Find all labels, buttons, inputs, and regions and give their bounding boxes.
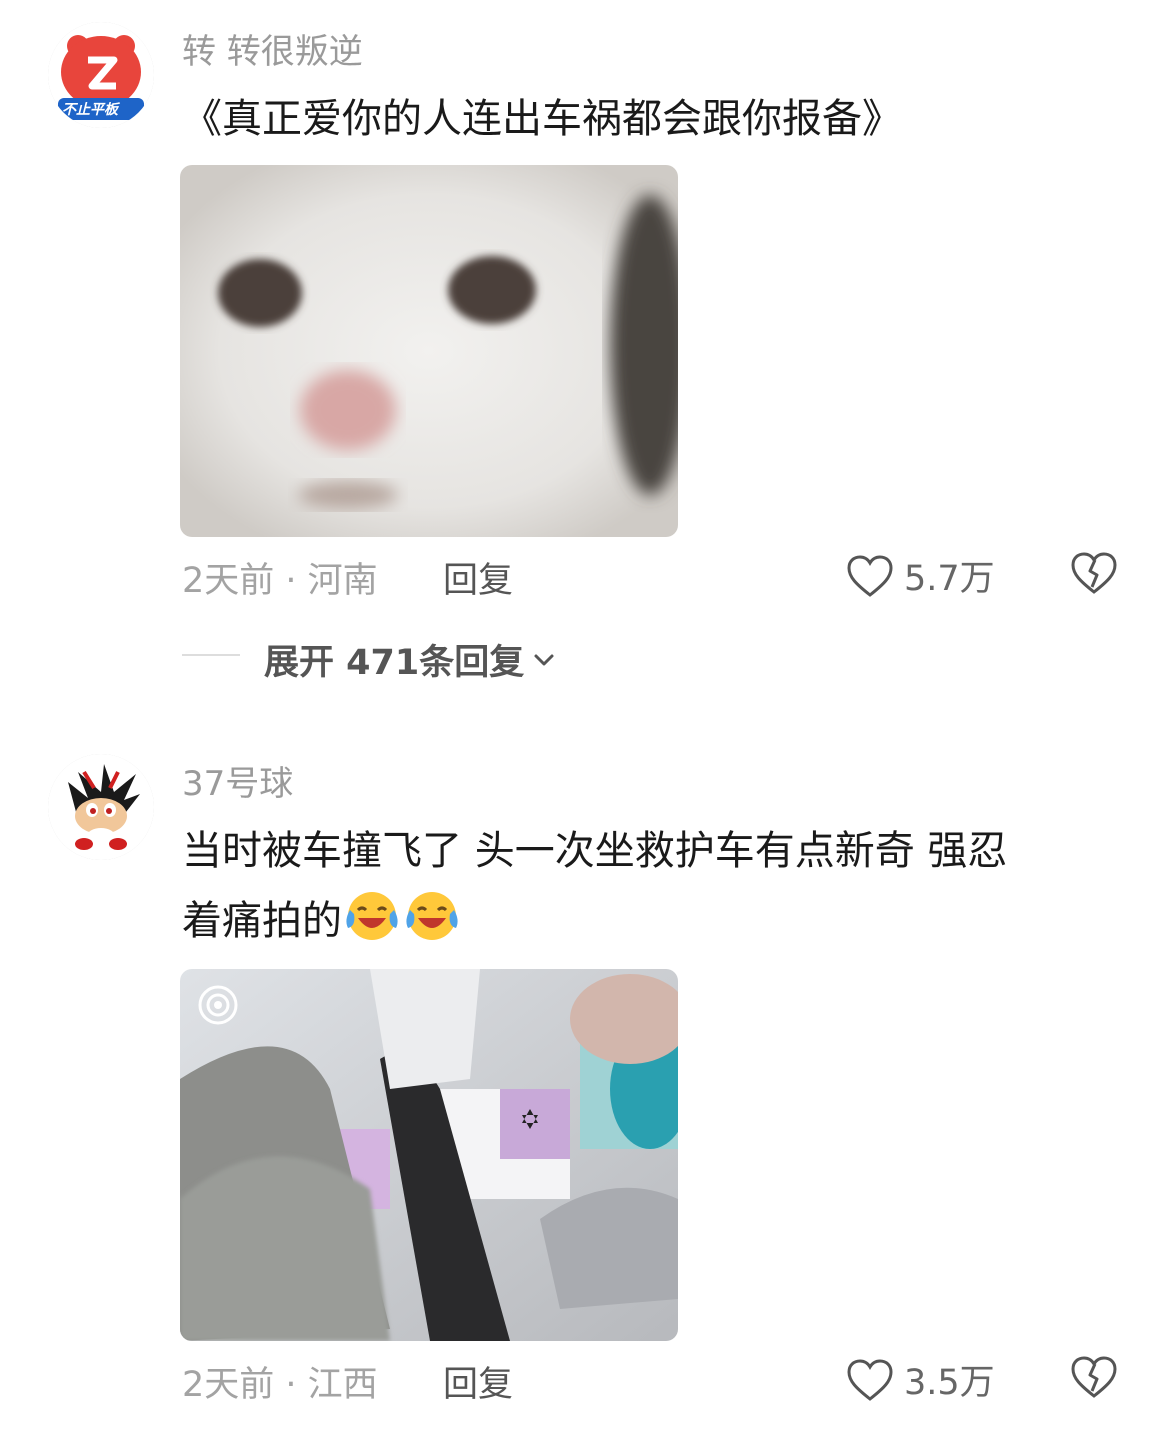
chevron-down-icon	[534, 654, 554, 665]
comment-text-line: 着痛拍的	[182, 886, 1109, 956]
comment-image[interactable]	[180, 969, 678, 1341]
cat-photo-icon	[180, 165, 678, 537]
comment-text: 当时被车撞飞了 头一次坐救护车有点新奇 强忍 着痛拍的	[182, 816, 1109, 956]
dislike-button[interactable]	[1070, 1355, 1118, 1403]
expand-replies-label: 展开 471条回复	[264, 643, 525, 683]
hedgehog-avatar-icon	[48, 754, 154, 860]
username[interactable]: 37号球	[182, 756, 293, 805]
ambulance-photo-icon	[180, 969, 678, 1341]
reply-button[interactable]: 回复	[443, 552, 513, 603]
comment-text-line-2: 着痛拍的	[182, 898, 342, 944]
comment-image[interactable]	[180, 165, 678, 537]
avatar-badge-text: 不止平板	[62, 102, 118, 118]
broken-heart-icon	[1071, 552, 1117, 594]
divider	[182, 654, 240, 656]
username[interactable]: 转 转很叛逆	[182, 24, 363, 73]
reply-button[interactable]: 回复	[443, 1356, 513, 1407]
like-button[interactable]: 5.7万	[846, 550, 995, 601]
comment-meta: 2天前 · 河南	[182, 561, 378, 601]
expand-replies-button[interactable]: 展开 471条回复	[264, 634, 556, 685]
like-button[interactable]: 3.5万	[846, 1354, 995, 1405]
dislike-button[interactable]	[1070, 551, 1118, 599]
avatar[interactable]	[48, 754, 154, 860]
comment-text-line: 当时被车撞飞了 头一次坐救护车有点新奇 强忍	[182, 828, 1008, 874]
like-count: 5.7万	[904, 559, 995, 599]
comment-text: 《真正爱你的人连出车祸都会跟你报备》	[182, 96, 902, 142]
avatar[interactable]: 不止平板	[48, 22, 154, 128]
like-count: 3.5万	[904, 1363, 995, 1403]
comment-meta: 2天前 · 江西	[182, 1365, 378, 1405]
heart-icon	[847, 1358, 893, 1401]
heart-icon	[847, 554, 893, 597]
laughing-crying-emoji-icon	[406, 892, 458, 940]
broken-heart-icon	[1071, 1356, 1117, 1398]
laughing-crying-emoji-icon	[346, 892, 398, 940]
